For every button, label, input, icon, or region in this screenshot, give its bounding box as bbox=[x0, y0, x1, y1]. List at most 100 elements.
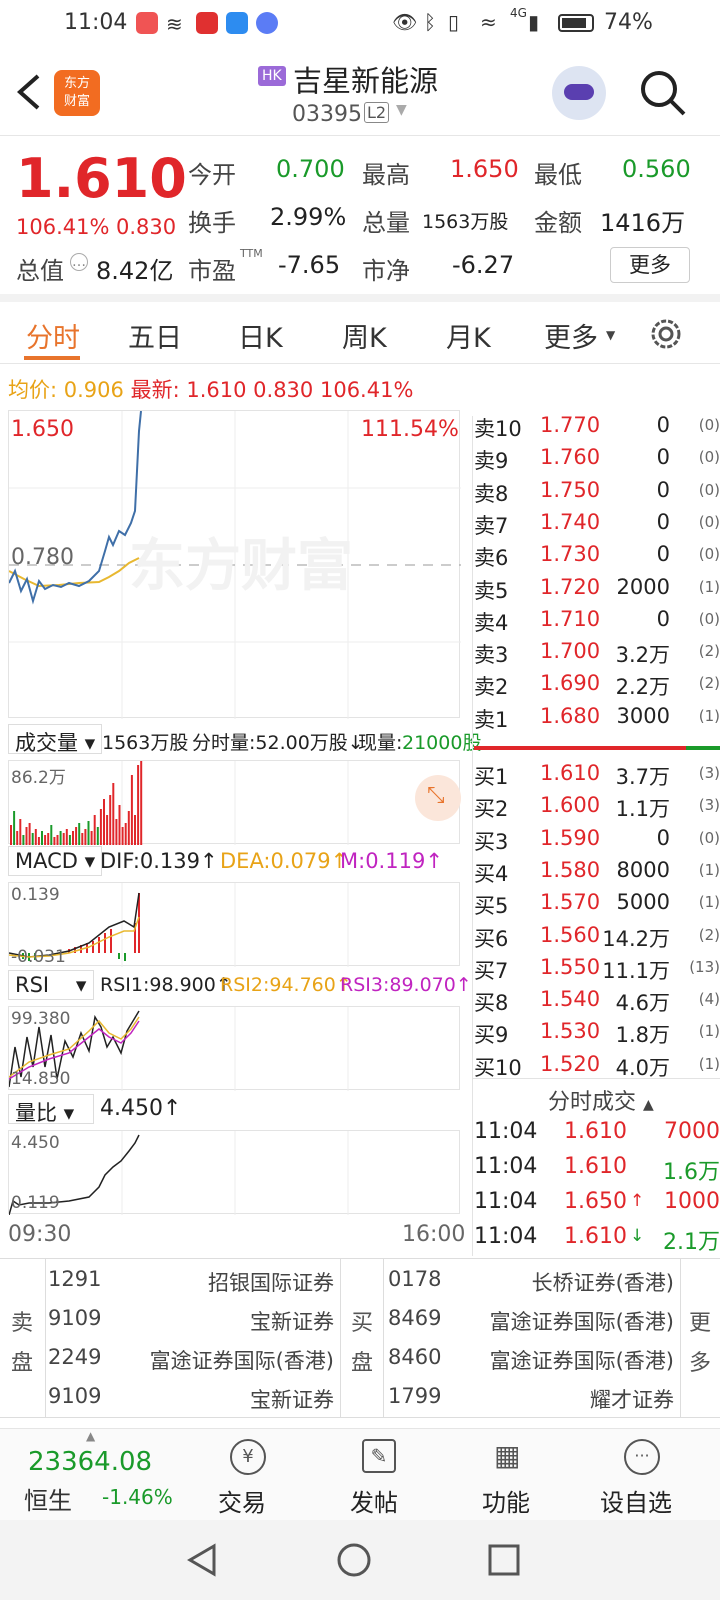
signal-icon: ▮ bbox=[528, 10, 540, 34]
ask-row[interactable]: 卖7 1.740 0 (0) bbox=[474, 507, 720, 539]
high-value: 1.650 bbox=[450, 155, 519, 183]
ask-row[interactable]: 卖10 1.770 0 (0) bbox=[474, 410, 720, 442]
bid-volume: 0 bbox=[656, 825, 670, 850]
app2-notification-icon bbox=[196, 12, 218, 34]
bid-row[interactable]: 买4 1.580 8000 (1) bbox=[474, 855, 720, 887]
tab-intraday[interactable]: 分时 bbox=[26, 316, 80, 355]
info-icon[interactable]: … bbox=[70, 253, 88, 271]
broker-row[interactable]: 1799 耀才证券 bbox=[388, 1384, 674, 1416]
robot-assistant-icon[interactable] bbox=[552, 66, 606, 120]
ask-row[interactable]: 卖1 1.680 3000 (1) bbox=[474, 701, 720, 733]
ratio-chart[interactable]: 4.450 0.119 bbox=[8, 1130, 460, 1215]
ask-row[interactable]: 卖8 1.750 0 (0) bbox=[474, 475, 720, 507]
ask-price: 1.730 bbox=[540, 542, 601, 567]
ask-row[interactable]: 卖3 1.700 3.2万 (2) bbox=[474, 636, 720, 668]
trades-title[interactable]: 分时成交 ▲ bbox=[548, 1084, 654, 1116]
more-brokers-button[interactable]: 更 多 bbox=[680, 1259, 720, 1417]
tab-more[interactable]: 更多 bbox=[544, 316, 598, 355]
ask-row[interactable]: 卖6 1.730 0 (0) bbox=[474, 539, 720, 571]
bid-row[interactable]: 买1 1.610 3.7万 (3) bbox=[474, 758, 720, 790]
mktcap-value: 8.42亿 bbox=[96, 257, 174, 285]
trade-button[interactable]: ¥ 交易 bbox=[212, 1429, 284, 1521]
ask-volume: 0 bbox=[656, 509, 670, 534]
ask-volume: 3000 bbox=[616, 703, 670, 728]
system-back-icon[interactable] bbox=[184, 1542, 220, 1578]
rsi-indicator-select[interactable]: RSI ▾ bbox=[8, 970, 94, 1000]
volume-indicator-select[interactable]: 成交量 ▾ bbox=[8, 724, 103, 755]
tab-weekly-k[interactable]: 周K bbox=[342, 316, 387, 355]
system-recents-icon[interactable] bbox=[486, 1542, 522, 1578]
intraday-price-chart[interactable]: 1.650 111.54% 0.780 东方财富 bbox=[8, 410, 461, 719]
volume-chart[interactable]: 86.2万 ⤡ bbox=[8, 760, 461, 845]
ask-level-label: 卖4 bbox=[474, 610, 509, 635]
rsi-chart[interactable]: 99.380 14.850 bbox=[8, 1006, 460, 1091]
volume-value: 1563万股 bbox=[422, 211, 509, 233]
bid-row[interactable]: 买9 1.530 1.8万 (1) bbox=[474, 1016, 720, 1048]
broker-row[interactable]: 1291 招银国际证券 bbox=[48, 1267, 334, 1299]
ask-row[interactable]: 卖4 1.710 0 (0) bbox=[474, 604, 720, 636]
trade-direction: ↓ bbox=[630, 1226, 645, 1246]
ask-order-count: (2) bbox=[698, 674, 720, 693]
macd-indicator-select[interactable]: MACD ▾ bbox=[8, 846, 103, 876]
pb-label: 市净 bbox=[362, 257, 410, 285]
ask-level-label: 卖5 bbox=[474, 578, 509, 603]
ask-level-label: 卖9 bbox=[474, 449, 509, 474]
rsi3-value: RSI3:89.070↑ bbox=[340, 974, 472, 996]
change-percent: 106.41% bbox=[16, 215, 110, 239]
broker-row[interactable]: 9109 宝新证券 bbox=[48, 1384, 334, 1416]
bid-row[interactable]: 买5 1.570 5000 (1) bbox=[474, 887, 720, 919]
bid-price: 1.590 bbox=[540, 825, 601, 850]
bid-price: 1.520 bbox=[540, 1051, 601, 1076]
ask-volume: 0 bbox=[656, 477, 670, 502]
post-button[interactable]: ✎ 发帖 bbox=[344, 1429, 416, 1521]
broker-row[interactable]: 8460 富途证券国际(香港) bbox=[388, 1345, 674, 1377]
bid-row[interactable]: 买6 1.560 14.2万 (2) bbox=[474, 920, 720, 952]
ratio-indicator-select[interactable]: 量比 ▾ bbox=[8, 1094, 94, 1125]
low-value: 0.560 bbox=[622, 155, 691, 183]
broker-id: 8460 bbox=[388, 1345, 442, 1369]
ask-row[interactable]: 卖5 1.720 2000 (1) bbox=[474, 572, 720, 604]
expand-chart-button[interactable]: ⤡ bbox=[415, 775, 461, 821]
search-icon[interactable] bbox=[638, 68, 688, 118]
broker-row[interactable]: 0178 长桥证券(香港) bbox=[388, 1267, 674, 1299]
back-icon[interactable] bbox=[14, 72, 44, 112]
ask-order-count: (0) bbox=[698, 416, 720, 434]
turnover-value: 2.99% bbox=[270, 203, 347, 231]
broker-row[interactable]: 9109 宝新证券 bbox=[48, 1306, 334, 1338]
caret-up-small-icon: ▲ bbox=[86, 1429, 96, 1443]
ask-row[interactable]: 卖2 1.690 2.2万 (2) bbox=[474, 668, 720, 700]
ratio-bottom-label: 0.119 bbox=[11, 1193, 60, 1213]
bid-order-count: (1) bbox=[698, 860, 720, 879]
ask-order-count: (1) bbox=[698, 577, 720, 596]
add-watchlist-label: 设自选 bbox=[600, 1489, 672, 1517]
bid-row[interactable]: 买7 1.550 11.1万 (13) bbox=[474, 952, 720, 984]
level-badge[interactable]: L2 bbox=[364, 102, 390, 123]
broker-name: 富途证券国际(香港) bbox=[489, 1310, 674, 1334]
tab-monthly-k[interactable]: 月K bbox=[446, 316, 491, 355]
index-ticker[interactable]: ▲ 23364.08 恒生 -1.46% bbox=[0, 1429, 200, 1521]
open-value: 0.700 bbox=[276, 155, 345, 183]
macd-chart[interactable]: 0.139 -0.031 bbox=[8, 882, 460, 967]
ask-volume: 2000 bbox=[616, 574, 670, 599]
trade-time: 11:04 bbox=[474, 1154, 538, 1179]
bid-row[interactable]: 买2 1.600 1.1万 (3) bbox=[474, 790, 720, 822]
chevron-down-icon[interactable]: ▼ bbox=[396, 102, 407, 118]
trades-divider bbox=[472, 1078, 720, 1079]
more-quote-button[interactable]: 更多 bbox=[610, 247, 690, 283]
ask-row[interactable]: 卖9 1.760 0 (0) bbox=[474, 442, 720, 474]
bid-row[interactable]: 买8 1.540 4.6万 (4) bbox=[474, 984, 720, 1016]
trade-price: 1.610 bbox=[564, 1154, 627, 1179]
broker-row[interactable]: 2249 富途证券国际(香港) bbox=[48, 1345, 334, 1377]
broker-id: 8469 bbox=[388, 1306, 442, 1330]
bid-row[interactable]: 买3 1.590 0 (0) bbox=[474, 823, 720, 855]
tab-five-day[interactable]: 五日 bbox=[128, 316, 182, 355]
settings-gear-icon[interactable] bbox=[648, 316, 684, 352]
add-watchlist-button[interactable]: ··· 设自选 bbox=[596, 1429, 692, 1521]
bid-row[interactable]: 买10 1.520 4.0万 (1) bbox=[474, 1049, 720, 1081]
ask-price: 1.720 bbox=[540, 574, 601, 599]
tab-daily-k[interactable]: 日K bbox=[238, 316, 283, 355]
broker-row[interactable]: 8469 富途证券国际(香港) bbox=[388, 1306, 674, 1338]
broker-name: 耀才证券 bbox=[590, 1388, 674, 1412]
system-home-icon[interactable] bbox=[336, 1542, 372, 1578]
functions-button[interactable]: ▦ 功能 bbox=[476, 1429, 548, 1521]
